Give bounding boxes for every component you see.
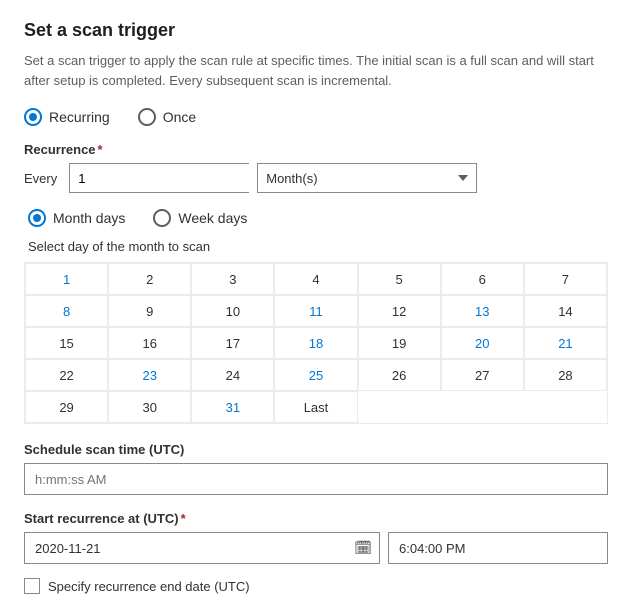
calendar-cell-1[interactable]: 1 — [25, 263, 108, 295]
calendar-cell-17[interactable]: 17 — [191, 327, 274, 359]
start-time-input[interactable] — [388, 532, 608, 564]
recurrence-label: Recurrence* — [24, 142, 608, 157]
once-radio-label[interactable]: Once — [138, 108, 196, 126]
recurrence-number-field[interactable] — [70, 164, 262, 192]
calendar-grid: 1234567891011121314151617181920212223242… — [24, 262, 608, 424]
calendar-cell-21[interactable]: 21 — [524, 327, 607, 359]
page-description: Set a scan trigger to apply the scan rul… — [24, 51, 608, 90]
once-radio[interactable] — [138, 108, 156, 126]
recurring-radio-label[interactable]: Recurring — [24, 108, 110, 126]
calendar-cell-18[interactable]: 18 — [274, 327, 357, 359]
page-title: Set a scan trigger — [24, 20, 608, 41]
calendar-cell-11[interactable]: 11 — [274, 295, 357, 327]
once-label: Once — [163, 109, 196, 125]
week-days-radio[interactable] — [153, 209, 171, 227]
calendar-cell-20[interactable]: 20 — [441, 327, 524, 359]
month-days-radio[interactable] — [28, 209, 46, 227]
month-days-text: Month days — [53, 210, 125, 226]
calendar-cell-19[interactable]: 19 — [358, 327, 441, 359]
scan-time-label: Schedule scan time (UTC) — [24, 442, 608, 457]
calendar-cell-5[interactable]: 5 — [358, 263, 441, 295]
required-star: * — [98, 142, 103, 157]
calendar-cell-31[interactable]: 31 — [191, 391, 274, 423]
start-recurrence-row: 🗓 — [24, 532, 608, 564]
calendar-cell-15[interactable]: 15 — [25, 327, 108, 359]
calendar-cell-30[interactable]: 30 — [108, 391, 191, 423]
calendar-cell-28[interactable]: 28 — [524, 359, 607, 391]
calendar-cell-13[interactable]: 13 — [441, 295, 524, 327]
calendar-cell-26[interactable]: 26 — [358, 359, 441, 391]
end-date-checkbox[interactable] — [24, 578, 40, 594]
calendar-cell-7[interactable]: 7 — [524, 263, 607, 295]
end-date-row: Specify recurrence end date (UTC) — [24, 578, 608, 594]
calendar-cell-3[interactable]: 3 — [191, 263, 274, 295]
select-day-label: Select day of the month to scan — [28, 239, 608, 254]
calendar-cell-12[interactable]: 12 — [358, 295, 441, 327]
start-recurrence-label: Start recurrence at (UTC)* — [24, 511, 608, 526]
calendar-cell-24[interactable]: 24 — [191, 359, 274, 391]
date-input-wrapper: 🗓 — [24, 532, 380, 564]
every-label: Every — [24, 171, 57, 186]
calendar-cell-25[interactable]: 25 — [274, 359, 357, 391]
week-days-label[interactable]: Week days — [153, 209, 247, 227]
week-days-text: Week days — [178, 210, 247, 226]
recurrence-number-input[interactable]: ▲ ▼ — [69, 163, 249, 193]
start-date-input[interactable] — [24, 532, 380, 564]
recurring-radio-inner — [29, 113, 37, 121]
day-type-group: Month days Week days — [28, 209, 608, 227]
calendar-cell-23[interactable]: 23 — [108, 359, 191, 391]
calendar-cell-4[interactable]: 4 — [274, 263, 357, 295]
calendar-cell-27[interactable]: 27 — [441, 359, 524, 391]
recurring-radio[interactable] — [24, 108, 42, 126]
end-date-label: Specify recurrence end date (UTC) — [48, 579, 250, 594]
recurrence-row: Every ▲ ▼ Minute(s) Hour(s) Day(s) Week(… — [24, 163, 608, 193]
calendar-cell-14[interactable]: 14 — [524, 295, 607, 327]
recurring-label: Recurring — [49, 109, 110, 125]
calendar-cell-29[interactable]: 29 — [25, 391, 108, 423]
recurrence-unit-select[interactable]: Minute(s) Hour(s) Day(s) Week(s) Month(s… — [257, 163, 477, 193]
calendar-cell-Last[interactable]: Last — [274, 391, 357, 423]
month-days-label[interactable]: Month days — [28, 209, 125, 227]
calendar-cell-6[interactable]: 6 — [441, 263, 524, 295]
calendar-cell-2[interactable]: 2 — [108, 263, 191, 295]
calendar-cell-8[interactable]: 8 — [25, 295, 108, 327]
trigger-type-group: Recurring Once — [24, 108, 608, 126]
month-days-radio-inner — [33, 214, 41, 222]
calendar-cell-10[interactable]: 10 — [191, 295, 274, 327]
start-required-star: * — [181, 511, 186, 526]
calendar-cell-16[interactable]: 16 — [108, 327, 191, 359]
calendar-cell-22[interactable]: 22 — [25, 359, 108, 391]
calendar-cell-9[interactable]: 9 — [108, 295, 191, 327]
scan-time-input[interactable] — [24, 463, 608, 495]
